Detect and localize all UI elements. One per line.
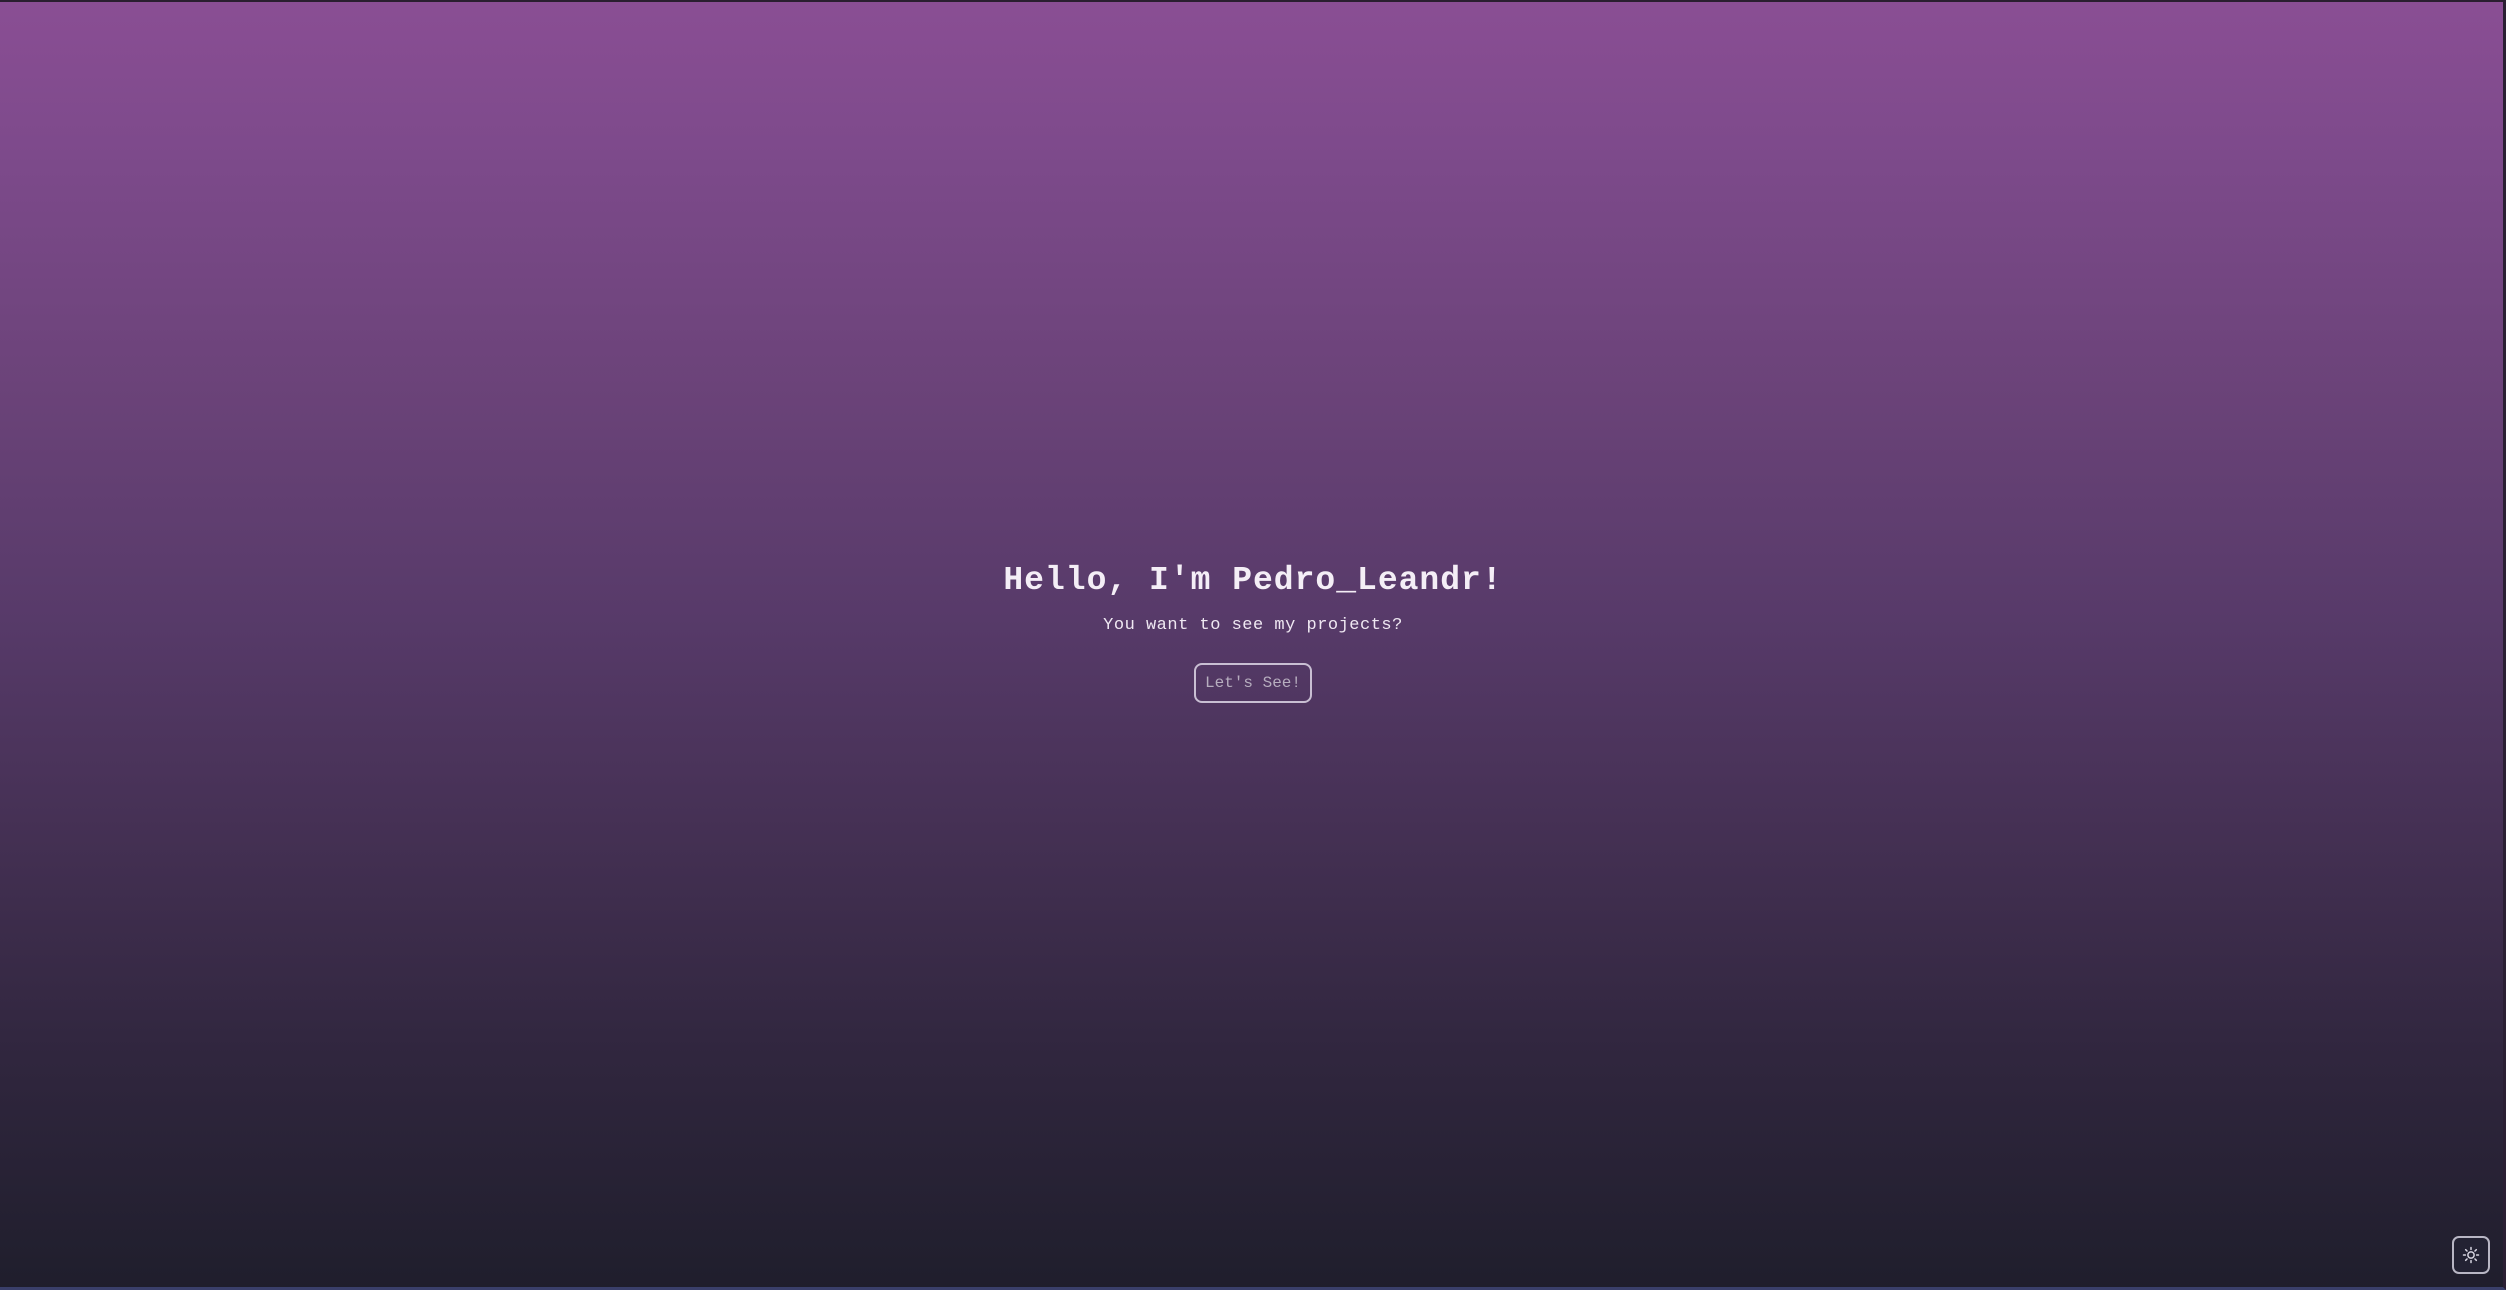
lets-see-button[interactable]: Let's See! xyxy=(1194,663,1312,703)
hero-section: Hello, I'm Pedro_Leandr! You want to see… xyxy=(0,555,2506,703)
hero-title: Hello, I'm Pedro_Leandr! xyxy=(1003,562,1503,599)
sun-icon xyxy=(2462,1246,2480,1264)
theme-toggle-button[interactable] xyxy=(2452,1236,2490,1274)
hero-subtitle: You want to see my projects? xyxy=(1103,616,1403,635)
